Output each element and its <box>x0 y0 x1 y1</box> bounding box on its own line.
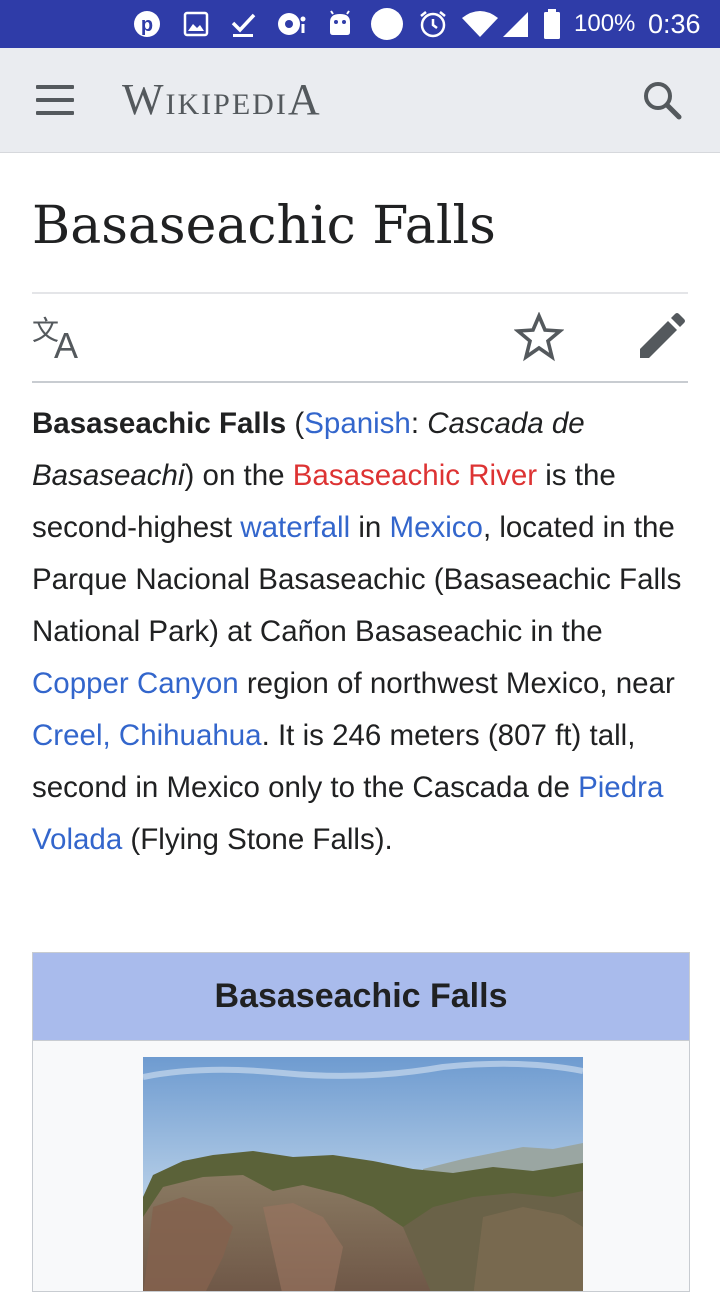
menu-icon[interactable] <box>36 85 74 115</box>
battery-icon <box>542 9 562 39</box>
settings-remote-icon <box>274 10 310 38</box>
lead-paragraph: Basaseachic Falls (Spanish: Cascada de B… <box>32 407 682 856</box>
link-copper-canyon[interactable]: Copper Canyon <box>32 667 239 700</box>
canyon-photo[interactable] <box>143 1057 583 1291</box>
edit-pencil-icon[interactable] <box>636 312 686 362</box>
android-icon <box>326 10 354 38</box>
article-subject: Basaseachic Falls <box>32 407 287 440</box>
svg-text:p: p <box>141 14 153 36</box>
wikipedia-wordmark[interactable]: WIKIPEDIA <box>122 76 322 129</box>
circle-icon <box>370 8 404 40</box>
header-bar: WIKIPEDIA <box>0 48 720 153</box>
link-spanish[interactable]: Spanish <box>304 407 411 440</box>
link-mexico[interactable]: Mexico <box>390 511 483 544</box>
svg-text:A: A <box>54 325 78 360</box>
link-creel-chihuahua[interactable]: Creel, Chihuahua <box>32 719 262 752</box>
battery-percent: 100% <box>574 10 636 37</box>
status-bar: p 100% 0:36 <box>0 0 720 48</box>
language-icon[interactable]: 文 A <box>32 314 86 366</box>
clock: 0:36 <box>648 9 701 39</box>
page-title: Basaseachic Falls <box>32 196 496 256</box>
pinterest-icon: p <box>132 10 162 38</box>
title-divider-bottom <box>32 381 688 383</box>
infobox: Basaseachic Falls <box>32 952 690 1292</box>
search-icon[interactable] <box>640 78 684 122</box>
image-icon <box>182 10 210 38</box>
wifi-icon <box>460 10 500 38</box>
link-waterfall[interactable]: waterfall <box>240 511 350 544</box>
title-divider-top <box>32 292 688 294</box>
watch-star-icon[interactable] <box>513 311 565 362</box>
link-basaseachic-river[interactable]: Basaseachic River <box>293 459 537 492</box>
signal-icon <box>500 10 530 38</box>
alarm-icon <box>418 10 448 38</box>
download-done-icon <box>228 10 258 38</box>
infobox-title: Basaseachic Falls <box>33 953 689 1041</box>
